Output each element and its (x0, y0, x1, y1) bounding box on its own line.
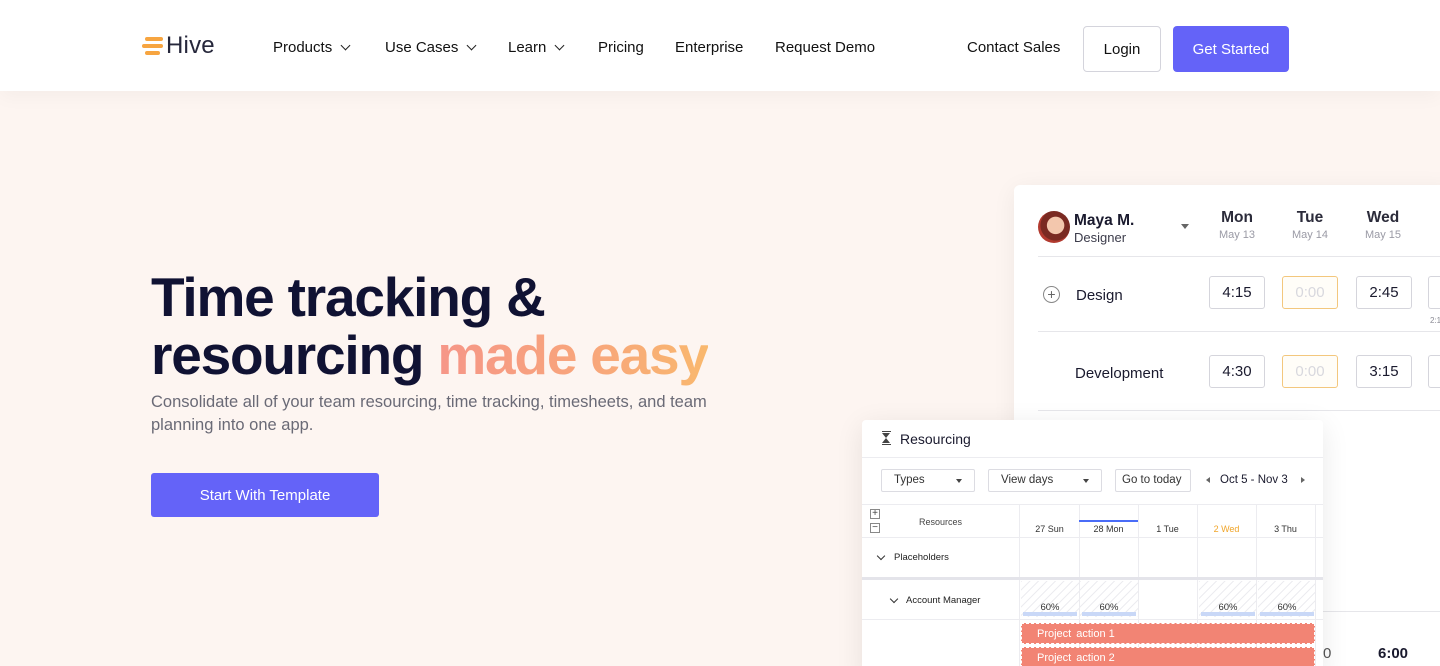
nav-pricing[interactable]: Pricing (598, 38, 644, 58)
nav-use-cases-label: Use Cases (385, 39, 459, 56)
hero-title-accent: made easy (437, 324, 709, 386)
add-row-icon[interactable]: + (1043, 286, 1060, 303)
types-dropdown[interactable]: Types (881, 469, 975, 492)
allocation-bar (1201, 612, 1255, 616)
day-name: Tue (1296, 209, 1324, 226)
nav-request-demo-label: Request Demo (775, 39, 876, 56)
prev-range-icon[interactable] (1206, 477, 1210, 483)
time-cell[interactable]: 0:00 (1282, 276, 1338, 309)
task-bar[interactable]: Project action 2 (1021, 647, 1315, 666)
nav-enterprise-label: Enterprise (675, 39, 744, 56)
chevron-down-icon (466, 40, 477, 51)
date-column-header: 1 Tue (1156, 524, 1179, 534)
task-design: Design (1076, 287, 1123, 304)
time-cell[interactable]: 2:45 (1356, 276, 1412, 309)
date-column-header: 2 Wed (1213, 524, 1240, 534)
types-dropdown-label: Types (894, 474, 925, 486)
time-cell[interactable]: 3:15 (1356, 355, 1412, 388)
hero-subtitle: Consolidate all of your team resourcing,… (151, 393, 707, 434)
task-development: Development (1075, 365, 1164, 382)
resourcing-title: Resourcing (900, 431, 971, 447)
task-project: Project (1037, 652, 1072, 664)
nav-learn-label: Learn (508, 39, 547, 56)
day-header-mon: Mon May 13 (1207, 209, 1267, 241)
user-name: Maya M. (1074, 212, 1135, 229)
divider (862, 619, 1323, 620)
collapse-all-icon[interactable]: − (870, 523, 880, 533)
caret-down-icon[interactable] (1181, 224, 1189, 229)
time-cell[interactable]: 0:00 (1282, 355, 1338, 388)
partial-value: 2:1 (1430, 316, 1440, 325)
task-action: action 2 (1076, 652, 1115, 664)
resources-header: Resources (919, 517, 963, 527)
caret-down-icon (1083, 479, 1089, 483)
time-cell[interactable]: 4:30 (1209, 355, 1265, 388)
time-cell[interactable] (1428, 355, 1440, 388)
avatar[interactable] (1038, 211, 1070, 243)
next-range-icon[interactable] (1301, 477, 1305, 483)
login-button[interactable]: Login (1083, 26, 1161, 72)
day-name: Wed (1366, 209, 1400, 226)
logo-text: Hive (166, 32, 215, 59)
task-project: Project (1037, 628, 1072, 640)
chevron-down-icon[interactable] (876, 551, 886, 561)
site-header: Hive Products Use Cases Learn Pricing En… (0, 0, 1440, 91)
view-days-dropdown[interactable]: View days (988, 469, 1102, 492)
day-header-wed: Wed May 15 (1353, 209, 1413, 241)
total-value: 0 (1323, 645, 1332, 662)
start-with-template-button[interactable]: Start With Template (151, 473, 379, 517)
expand-all-icon[interactable]: + (870, 509, 880, 519)
nav-learn[interactable]: Learn (508, 38, 565, 58)
group-placeholders[interactable]: Placeholders (894, 552, 949, 563)
chevron-down-icon (340, 40, 351, 51)
hive-logo-icon (142, 35, 164, 57)
divider (1038, 410, 1440, 411)
date-column-header: 27 Sun (1035, 524, 1064, 534)
total-value: 6:00 (1378, 645, 1409, 662)
divider (862, 537, 1323, 538)
divider (862, 577, 1323, 580)
task-action: action 1 (1076, 628, 1115, 640)
day-date: May 15 (1364, 229, 1402, 241)
chevron-down-icon[interactable] (889, 594, 899, 604)
contact-sales-link[interactable]: Contact Sales (967, 38, 1060, 58)
nav-pricing-label: Pricing (598, 39, 644, 56)
nav-products[interactable]: Products (273, 38, 351, 58)
time-cell[interactable]: 4:15 (1209, 276, 1265, 309)
hero-title-line1: Time tracking & (151, 266, 546, 328)
hero-title: Time tracking & resourcing made easy (151, 268, 791, 384)
time-cell[interactable] (1428, 276, 1440, 309)
divider (862, 504, 1323, 505)
group-account-manager[interactable]: Account Manager (906, 595, 980, 606)
nav-use-cases[interactable]: Use Cases (385, 38, 477, 58)
hourglass-icon (882, 431, 891, 445)
nav-products-label: Products (273, 39, 333, 56)
divider (1038, 256, 1440, 257)
task-bar[interactable]: Project action 1 (1021, 623, 1315, 644)
allocation-bar (1082, 612, 1136, 616)
hive-logo[interactable]: Hive (142, 33, 215, 59)
caret-down-icon (956, 479, 962, 483)
divider (862, 457, 1323, 458)
day-date: May 13 (1218, 229, 1256, 241)
go-to-today-button[interactable]: Go to today (1115, 469, 1191, 492)
date-column-header: 3 Thu (1274, 524, 1297, 534)
get-started-button[interactable]: Get Started (1173, 26, 1289, 72)
hero-title-line2: resourcing (151, 324, 438, 386)
nav-request-demo[interactable]: Request Demo (775, 38, 875, 58)
day-date: May 14 (1291, 229, 1329, 241)
resourcing-card: Resourcing Types View days Go to today O… (862, 420, 1323, 666)
divider (1038, 331, 1440, 332)
allocation-bar (1023, 612, 1077, 616)
allocation-bar (1260, 612, 1314, 616)
day-header-tue: Tue May 14 (1280, 209, 1340, 241)
chevron-down-icon (554, 40, 565, 51)
date-column-header: 28 Mon (1079, 520, 1138, 534)
user-role: Designer (1074, 230, 1127, 245)
day-name: Mon (1221, 209, 1253, 226)
date-range: Oct 5 - Nov 3 (1220, 474, 1288, 486)
contact-sales-label: Contact Sales (967, 39, 1061, 56)
view-days-dropdown-label: View days (1001, 474, 1054, 486)
nav-enterprise[interactable]: Enterprise (675, 38, 743, 58)
